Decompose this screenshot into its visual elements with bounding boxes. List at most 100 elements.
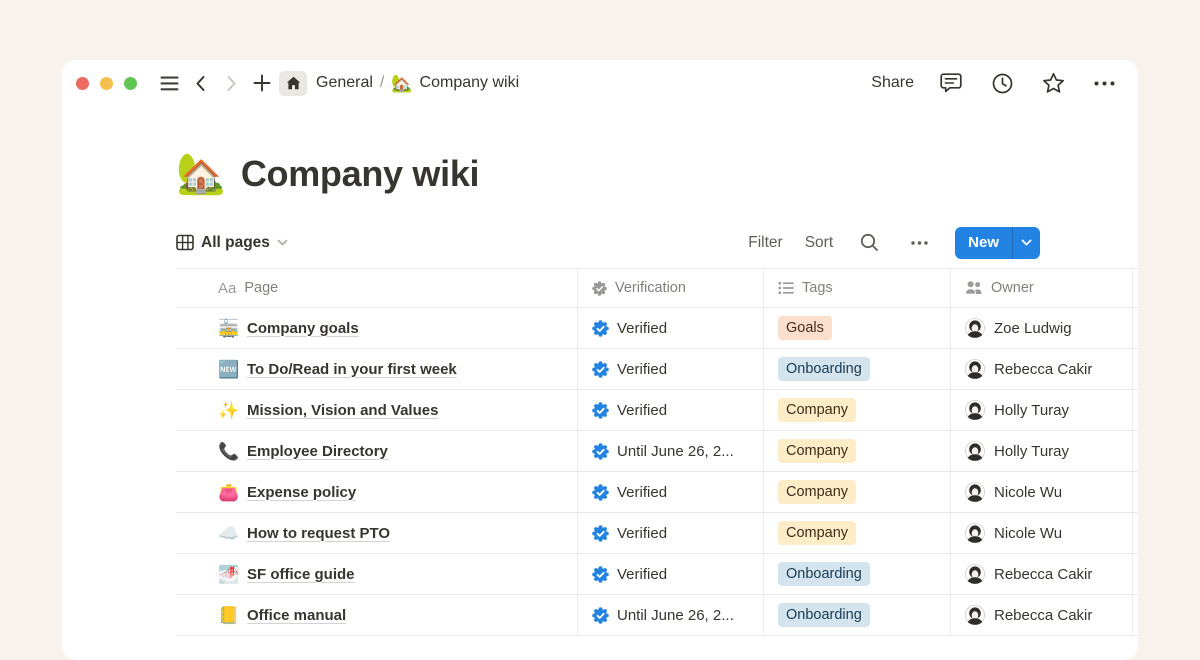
tag-pill[interactable]: Onboarding [778, 562, 870, 587]
wiki-table: Aa Page Verification Tags Owner [176, 268, 1138, 636]
page-link[interactable]: SF office guide [247, 566, 355, 583]
more-options-icon[interactable] [1090, 69, 1118, 97]
table-row[interactable]: 👛 Expense policy Verified Company Nicole… [176, 472, 1138, 513]
owner-avatar [965, 359, 985, 379]
column-header-extra [1132, 269, 1147, 307]
column-header-page[interactable]: Aa Page [176, 269, 577, 307]
row-page-emoji-icon: 👛 [218, 484, 237, 501]
verification-property-icon [592, 281, 607, 296]
verification-status: Verified [617, 402, 667, 419]
table-row[interactable]: 🆕 To Do/Read in your first week Verified… [176, 349, 1138, 390]
page-emoji-icon[interactable]: 🏡 [176, 154, 226, 194]
column-header-tags[interactable]: Tags [763, 269, 950, 307]
comments-icon[interactable] [937, 69, 965, 97]
maximize-window-button[interactable] [124, 77, 137, 90]
sidebar-menu-icon[interactable] [155, 69, 183, 97]
row-extra-cell [1132, 595, 1147, 635]
page-link[interactable]: Office manual [247, 607, 346, 624]
owner-name: Nicole Wu [994, 525, 1062, 542]
owner-name: Rebecca Cakir [994, 566, 1092, 583]
verification-status: Verified [617, 525, 667, 542]
titlebar-actions: Share [871, 69, 1118, 97]
row-extra-cell [1132, 308, 1147, 348]
forward-icon[interactable] [217, 69, 245, 97]
verification-status: Verified [617, 484, 667, 501]
table-row[interactable]: 📞 Employee Directory Until June 26, 2...… [176, 431, 1138, 472]
breadcrumb-page[interactable]: Company wiki [420, 74, 520, 92]
tag-pill[interactable]: Company [778, 398, 856, 423]
view-more-options-icon[interactable] [905, 229, 933, 257]
page-link[interactable]: Employee Directory [247, 443, 388, 460]
row-extra-cell [1132, 554, 1147, 594]
verification-status: Verified [617, 320, 667, 337]
nav-controls [155, 69, 307, 97]
verified-badge-icon [592, 607, 609, 624]
owner-avatar [965, 400, 985, 420]
row-page-emoji-icon: 📞 [218, 443, 237, 460]
row-extra-cell [1132, 431, 1147, 471]
new-button-caret-icon[interactable] [1013, 227, 1040, 259]
favorite-star-icon[interactable] [1039, 69, 1067, 97]
tag-pill[interactable]: Goals [778, 316, 832, 341]
tag-pill[interactable]: Company [778, 480, 856, 505]
page-title: Company wiki [241, 153, 479, 195]
text-property-icon: Aa [218, 280, 236, 297]
column-header-owner[interactable]: Owner [950, 269, 1132, 307]
window-titlebar: General / 🏡 Company wiki Share [62, 60, 1138, 106]
page-link[interactable]: To Do/Read in your first week [247, 361, 457, 378]
notion-window: General / 🏡 Company wiki Share 🏡 Company… [62, 60, 1138, 660]
table-row[interactable]: ☁️ How to request PTO Verified Company N… [176, 513, 1138, 554]
table-body: 🚋 Company goals Verified Goals Zoe Ludwi… [176, 308, 1138, 636]
page-link[interactable]: Mission, Vision and Values [247, 402, 438, 419]
owner-name: Rebecca Cakir [994, 607, 1092, 624]
table-header: Aa Page Verification Tags Owner [176, 268, 1138, 308]
new-split-button: New [955, 227, 1040, 259]
close-window-button[interactable] [76, 77, 89, 90]
table-row[interactable]: ✨ Mission, Vision and Values Verified Co… [176, 390, 1138, 431]
column-label: Page [244, 280, 278, 296]
breadcrumb-separator: / [380, 74, 384, 92]
breadcrumb-root[interactable]: General [316, 74, 373, 92]
column-header-verification[interactable]: Verification [577, 269, 763, 307]
table-row[interactable]: 🌁 SF office guide Verified Onboarding Re… [176, 554, 1138, 595]
tag-pill[interactable]: Company [778, 521, 856, 546]
breadcrumb: General / 🏡 Company wiki [316, 74, 519, 92]
new-button[interactable]: New [955, 227, 1012, 259]
new-page-icon[interactable] [248, 69, 276, 97]
owner-avatar [965, 605, 985, 625]
owner-name: Rebecca Cakir [994, 361, 1092, 378]
share-button[interactable]: Share [871, 74, 914, 92]
owner-avatar [965, 441, 985, 461]
table-view-icon [176, 234, 194, 251]
owner-avatar [965, 564, 985, 584]
view-name: All pages [201, 234, 270, 252]
verified-badge-icon [592, 566, 609, 583]
row-extra-cell [1132, 513, 1147, 553]
verified-badge-icon [592, 361, 609, 378]
back-icon[interactable] [186, 69, 214, 97]
owner-name: Holly Turay [994, 402, 1069, 419]
verified-badge-icon [592, 320, 609, 337]
row-extra-cell [1132, 472, 1147, 512]
table-row[interactable]: 🚋 Company goals Verified Goals Zoe Ludwi… [176, 308, 1138, 349]
minimize-window-button[interactable] [100, 77, 113, 90]
page-link[interactable]: How to request PTO [247, 525, 390, 542]
row-extra-cell [1132, 390, 1147, 430]
tab-all-pages[interactable]: All pages [176, 234, 288, 252]
chevron-down-icon [277, 239, 288, 246]
tag-pill[interactable]: Onboarding [778, 603, 870, 628]
row-page-emoji-icon: 🚋 [218, 320, 237, 337]
search-icon[interactable] [855, 229, 883, 257]
updates-clock-icon[interactable] [988, 69, 1016, 97]
tag-pill[interactable]: Onboarding [778, 357, 870, 382]
sort-button[interactable]: Sort [805, 234, 833, 252]
filter-button[interactable]: Filter [748, 234, 782, 252]
home-icon[interactable] [279, 71, 307, 96]
page-link[interactable]: Company goals [247, 320, 359, 337]
owner-name: Nicole Wu [994, 484, 1062, 501]
row-page-emoji-icon: 🌁 [218, 566, 237, 583]
owner-name: Zoe Ludwig [994, 320, 1072, 337]
page-link[interactable]: Expense policy [247, 484, 356, 501]
verification-status: Verified [617, 361, 667, 378]
tag-pill[interactable]: Company [778, 439, 856, 464]
